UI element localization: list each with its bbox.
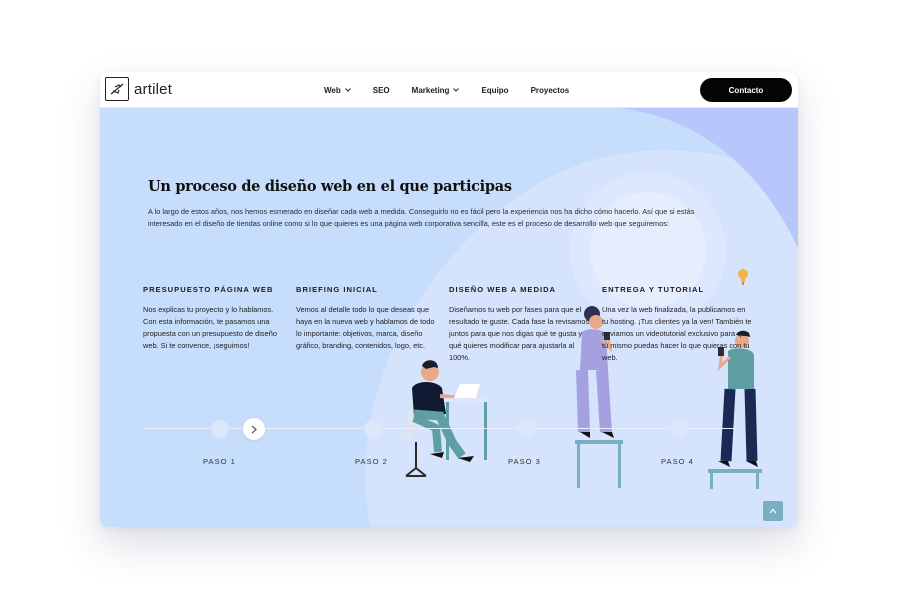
main-nav: Web SEO Marketing Equipo Proyectos: [324, 72, 591, 108]
step-dot-4[interactable]: [670, 420, 688, 438]
arrow-up-icon: [769, 508, 777, 514]
browser-window: artilet Web SEO Marketing Equipo Proyect…: [100, 72, 798, 527]
step-text-3: Diseñamos tu web por fases para que el r…: [449, 305, 590, 362]
step-dot-1[interactable]: [211, 420, 229, 438]
nav-item-label: Proyectos: [530, 85, 570, 95]
lightbulb-icon: [738, 269, 748, 285]
brand-name: artilet: [134, 80, 173, 98]
nav-item-label: SEO: [372, 85, 390, 95]
nav-item-proyectos[interactable]: Proyectos: [531, 86, 570, 95]
nav-item-web[interactable]: Web: [324, 86, 351, 95]
step-text-4: Una vez la web finalizada, la publicamos…: [602, 305, 752, 362]
chevron-down-icon: [453, 88, 460, 92]
section-intro: A lo largo de estos años, nos hemos esme…: [148, 207, 695, 228]
contact-button[interactable]: Contacto: [700, 78, 792, 102]
step-title-1: PRESUPUESTO PÁGINA WEB: [143, 285, 274, 294]
step-title-4: ENTREGA Y TUTORIAL: [602, 285, 705, 294]
step-text-2: Vemos al detalle todo lo que deseas que …: [296, 305, 435, 350]
plane-logo-icon: [105, 77, 129, 101]
step-label-3: PASO 3: [508, 457, 541, 466]
step-dot-3[interactable]: [517, 420, 535, 438]
step-label-4: PASO 4: [661, 457, 694, 466]
nav-item-label: Marketing: [411, 85, 450, 95]
brand-logo[interactable]: artilet: [105, 77, 172, 101]
scroll-top-button[interactable]: [763, 501, 783, 521]
step-title-2: BRIEFING INICIAL: [296, 285, 378, 294]
top-navbar: artilet Web SEO Marketing Equipo Proyect…: [100, 72, 798, 108]
step-text-1: Nos explicas tu proyecto y lo hablamos. …: [143, 305, 277, 350]
nav-item-marketing[interactable]: Marketing: [412, 86, 460, 95]
step-timeline: [144, 428, 736, 429]
step-label-2: PASO 2: [355, 457, 388, 466]
nav-item-seo[interactable]: SEO: [373, 86, 390, 95]
step-label-1: PASO 1: [203, 457, 236, 466]
nav-item-equipo[interactable]: Equipo: [481, 86, 508, 95]
nav-item-label: Web: [324, 85, 341, 95]
nav-item-label: Equipo: [481, 85, 509, 95]
next-step-button[interactable]: [243, 418, 265, 440]
chevron-down-icon: [344, 88, 351, 92]
person-at-desk-illustration: [403, 360, 488, 477]
chevron-right-icon: [251, 425, 257, 433]
section-title: Un proceso de diseño web en el que parti…: [148, 178, 512, 195]
step-title-3: DISEÑO WEB A MEDIDA: [449, 285, 557, 294]
step-dot-2[interactable]: [364, 420, 382, 438]
